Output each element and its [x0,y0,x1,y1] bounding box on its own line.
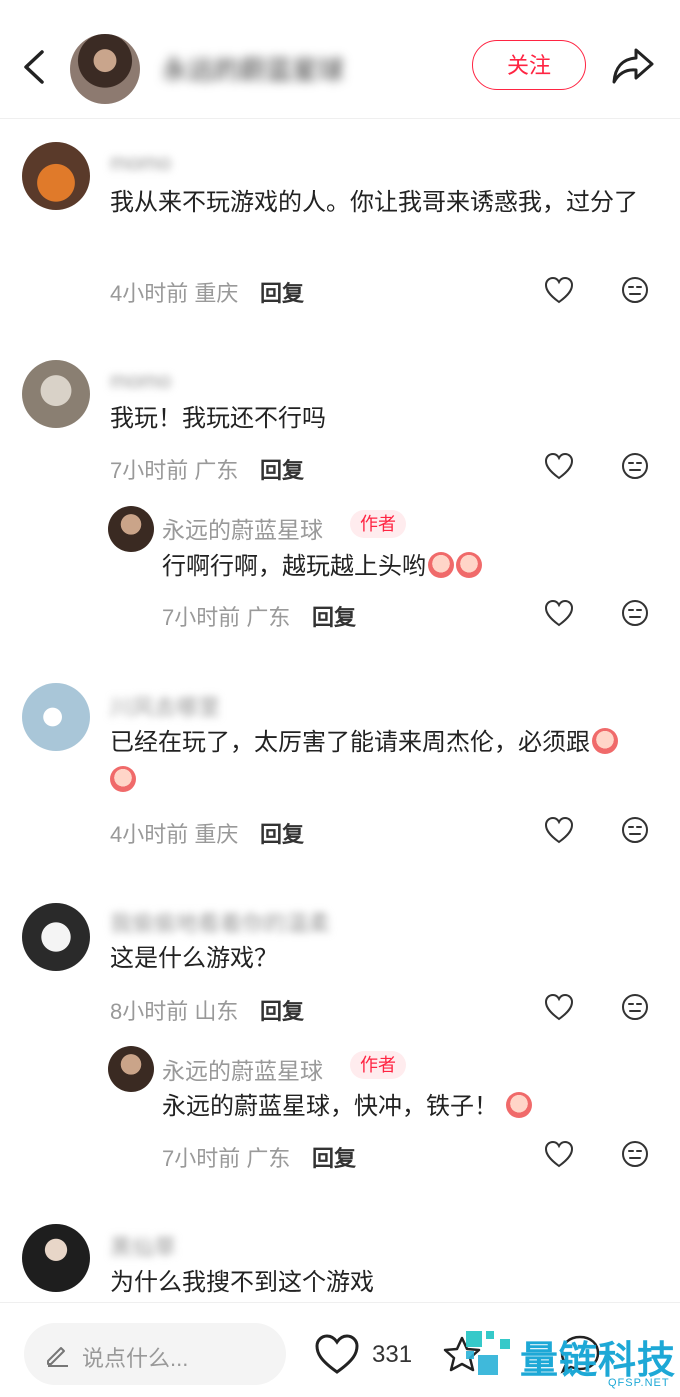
sticker-emoji-icon [110,766,136,792]
watermark-logo-icon [462,1327,514,1379]
bottom-action-bar: 说点什么... 331 量链科技 QFSP.NET [0,1302,680,1397]
comment-location: 重庆 [194,822,239,847]
comment-username[interactable]: 黑仙草 [110,1230,176,1262]
watermark-subtext: QFSP.NET [608,1377,670,1389]
sticker-emoji-icon [428,552,454,578]
comment-meta: 4小时前 重庆 [110,817,238,849]
reply-button[interactable]: 回复 [260,817,304,849]
avatar[interactable] [108,506,154,552]
avatar[interactable] [22,360,90,428]
author-badge: 作者 [350,1051,406,1079]
avatar[interactable] [22,683,90,751]
reply-location: 广东 [246,1146,291,1171]
dislike-face-icon[interactable] [621,993,649,1021]
reply-meta: 7小时前 广东 [162,1141,290,1173]
avatar[interactable] [22,903,90,971]
heart-icon[interactable] [544,816,574,844]
watermark-logo: 量链科技 QFSP.NET [462,1313,680,1397]
back-arrow-icon[interactable] [18,46,52,88]
comment-text: 我玩！我玩还不行吗 [110,405,326,432]
comment-input[interactable]: 说点什么... [24,1323,286,1385]
author-avatar[interactable] [70,34,140,104]
comment-text: 这是什么游戏？ [110,945,278,972]
reply-text: 永远的蔚蓝星球，快冲，铁子！ [162,1088,650,1126]
dislike-face-icon[interactable] [621,816,649,844]
comment-time: 7小时前 [110,458,189,483]
avatar[interactable] [22,142,90,210]
comment-meta: 8小时前 山东 [110,994,238,1026]
comment-text: 为什么我搜不到这个游戏 [110,1269,374,1296]
heart-icon[interactable] [544,452,574,480]
comment-location: 山东 [194,999,239,1024]
comment-text: 我从来不玩游戏的人。你让我哥来诱惑我，过分了 [110,189,638,216]
comment-time: 4小时前 [110,281,189,306]
author-name[interactable]: 永远的蔚蓝星球 [162,50,344,87]
comment-location: 重庆 [194,281,239,306]
heart-icon[interactable] [544,276,574,304]
dislike-face-icon[interactable] [621,452,649,480]
heart-icon[interactable] [544,599,574,627]
comment-input-placeholder: 说点什么... [82,1346,189,1371]
reply-location: 广东 [246,605,291,630]
reply-button[interactable]: 回复 [312,1141,356,1173]
reply-time: 7小时前 [162,605,241,630]
comment-username[interactable]: momo [110,368,171,394]
follow-button[interactable]: 关注 [472,40,586,90]
top-bar: 永远的蔚蓝星球 关注 [0,0,680,119]
watermark-text: 量链科技 [520,1340,677,1382]
sticker-emoji-icon [506,1092,532,1118]
reply-time: 7小时前 [162,1146,241,1171]
comment-time: 8小时前 [110,999,189,1024]
comment-username[interactable]: 我偷偷地看着你的温柔 [110,906,330,938]
share-icon[interactable] [610,44,656,88]
heart-icon[interactable] [544,1140,574,1168]
reply-username[interactable]: 永远的蔚蓝星球 [162,511,323,545]
reply-button[interactable]: 回复 [260,453,304,485]
reply-button[interactable]: 回复 [260,994,304,1026]
author-badge: 作者 [350,510,406,538]
comment-time: 4小时前 [110,822,189,847]
reply-button[interactable]: 回复 [260,276,304,308]
reply-username[interactable]: 永远的蔚蓝星球 [162,1052,323,1086]
like-icon[interactable] [314,1333,360,1375]
reply-button[interactable]: 回复 [312,600,356,632]
heart-icon[interactable] [544,993,574,1021]
like-count: 331 [372,1341,413,1368]
avatar[interactable] [22,1224,90,1292]
dislike-face-icon[interactable] [621,1140,649,1168]
reply-meta: 7小时前 广东 [162,600,290,632]
comment-text: 已经在玩了，太厉害了能请来周杰伦，必须跟 [110,724,656,800]
sticker-emoji-icon [592,728,618,754]
comment-username[interactable]: momo [110,150,171,176]
pencil-icon [47,1347,68,1367]
dislike-face-icon[interactable] [621,276,649,304]
comment-username[interactable]: 川风去哪里 [110,690,220,722]
dislike-face-icon[interactable] [621,599,649,627]
comment-meta: 7小时前 广东 [110,453,238,485]
avatar[interactable] [108,1046,154,1092]
sticker-emoji-icon [456,552,482,578]
comment-meta: 4小时前 重庆 [110,276,238,308]
comment-location: 广东 [194,458,239,483]
reply-text: 行啊行啊，越玩越上头哟 [162,548,650,586]
